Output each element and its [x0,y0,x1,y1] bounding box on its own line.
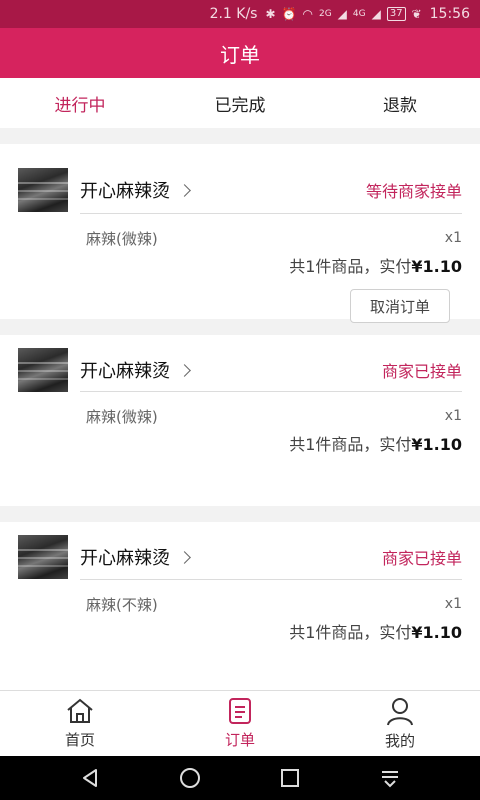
total-price: ¥1.10 [411,623,462,642]
notification-pull-icon[interactable] [379,767,401,789]
order-status: 等待商家接单 [365,182,462,201]
home-icon [67,698,93,723]
order-list-icon [229,698,251,724]
page-title: 订单 [220,42,260,67]
signal-2g-label: 2G [318,9,332,19]
shop-name: 开心麻辣烫 [80,548,170,569]
total-price: ¥1.10 [411,257,462,276]
nav-profile[interactable]: 我的 [320,691,480,756]
total-label: 共1件商品，实付 [289,257,412,276]
total-label: 共1件商品，实付 [289,435,412,454]
chevron-right-icon [178,184,191,197]
divider [80,391,462,392]
chevron-right-icon [178,551,191,564]
order-card[interactable]: 开心麻辣烫 商家已接单 麻辣(不辣) x1 共1件商品，实付¥1.10 [0,522,480,690]
order-total: 共1件商品，实付¥1.10 [289,431,462,455]
shop-image [18,348,68,392]
order-tabs: 进行中 已完成 退款 [0,78,480,128]
nav-home[interactable]: 首页 [0,691,160,756]
network-speed: 2.1 K/s [209,6,258,22]
back-icon[interactable] [79,767,101,789]
total-price: ¥1.10 [411,435,462,454]
order-total: 共1件商品，实付¥1.10 [289,619,462,643]
item-name: 麻辣(微辣) [86,408,158,426]
battery-icon: 37 [386,7,406,21]
shop-name-link[interactable]: 开心麻辣烫 [80,177,191,203]
shop-name-link[interactable]: 开心麻辣烫 [80,544,191,570]
bluetooth-icon: ✱ [265,7,276,21]
order-status: 商家已接单 [381,362,462,381]
tab-in-progress[interactable]: 进行中 [0,78,160,128]
clock: 15:56 [429,6,470,22]
shop-image [18,168,68,212]
status-icons: ✱ ⏰ ◠ 2G ◢ 4G ◢ 37 ❦ [265,7,422,21]
chevron-right-icon [178,364,191,377]
shop-name: 开心麻辣烫 [80,361,170,382]
order-card[interactable]: 开心麻辣烫 商家已接单 麻辣(微辣) x1 共1件商品，实付¥1.10 [0,335,480,506]
leaf-icon: ❦ [411,7,422,21]
home-circle-icon[interactable] [179,767,201,789]
signal-icon: ◢ [337,7,347,21]
wifi-icon: ◠ [302,7,313,21]
nav-profile-label: 我的 [384,732,415,750]
recents-square-icon[interactable] [279,767,301,789]
tab-refund[interactable]: 退款 [320,78,480,128]
order-card[interactable]: 开心麻辣烫 等待商家接单 麻辣(微辣) x1 共1件商品，实付¥1.10 取消订… [0,144,480,323]
order-total: 共1件商品，实付¥1.10 [289,253,462,277]
title-bar: 订单 [0,28,480,78]
alarm-icon: ⏰ [281,7,297,21]
bottom-nav: 首页 订单 我的 [0,690,480,756]
profile-icon [387,698,413,726]
item-quantity: x1 [444,230,462,246]
divider [80,579,462,580]
status-bar: 2.1 K/s ✱ ⏰ ◠ 2G ◢ 4G ◢ 37 ❦ 15:56 [0,0,480,28]
total-label: 共1件商品，实付 [289,623,412,642]
nav-orders-label: 订单 [224,731,255,749]
divider [80,213,462,214]
shop-name: 开心麻辣烫 [80,181,170,202]
tab-completed[interactable]: 已完成 [160,78,320,128]
system-nav-bar [0,756,480,800]
signal-4g-label: 4G [352,9,366,19]
shop-name-link[interactable]: 开心麻辣烫 [80,357,191,383]
cancel-order-button[interactable]: 取消订单 [350,289,450,323]
signal-icon-2: ◢ [371,7,381,21]
order-status: 商家已接单 [381,549,462,568]
nav-orders[interactable]: 订单 [160,691,320,756]
item-quantity: x1 [444,596,462,612]
item-name: 麻辣(微辣) [86,230,158,248]
item-quantity: x1 [444,408,462,424]
nav-home-label: 首页 [64,731,95,749]
shop-image [18,535,68,579]
item-name: 麻辣(不辣) [86,596,158,614]
